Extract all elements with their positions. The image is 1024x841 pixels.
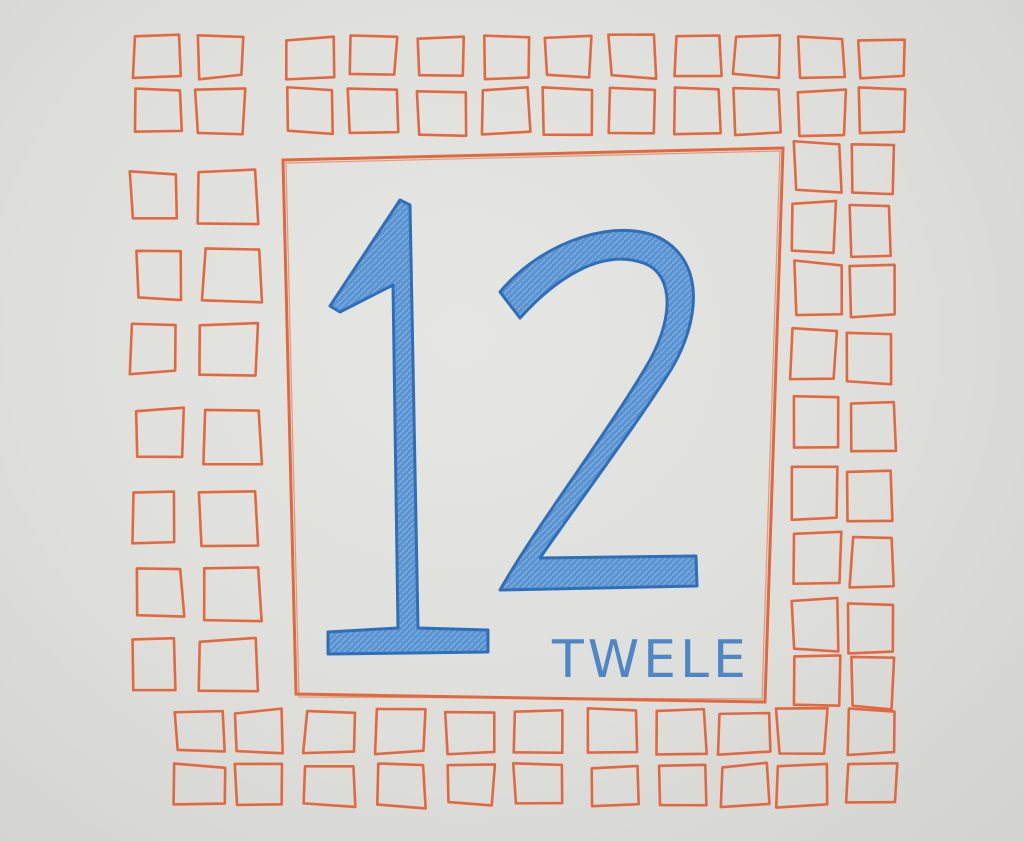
digit-two [498,229,699,592]
numeral-drawing [326,198,699,656]
digit-one [326,198,490,656]
paper-sheet: TWELE [0,0,1024,841]
word-label: TWELE [552,630,750,690]
